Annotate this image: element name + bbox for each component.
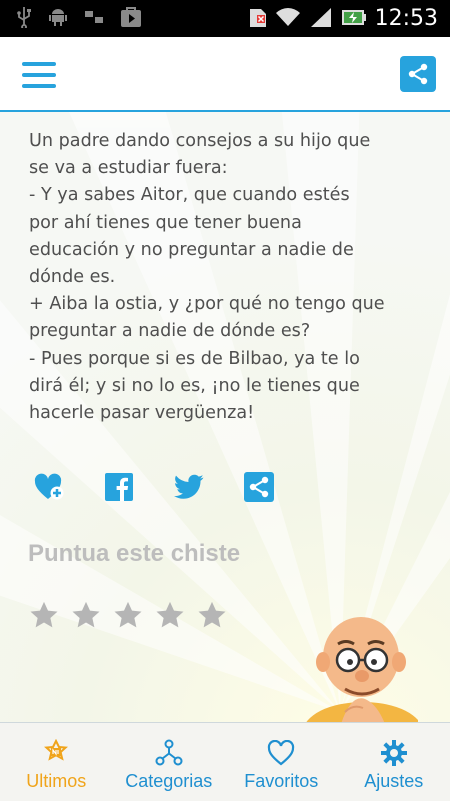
star-1-icon[interactable] <box>29 600 59 630</box>
mascot-illustration <box>303 612 418 724</box>
wifi-icon <box>275 6 301 32</box>
battery-charging-icon <box>341 6 367 32</box>
heart-outline-icon <box>267 740 295 766</box>
favorite-add-button[interactable] <box>34 472 64 502</box>
joke-text: Un padre dando consejos a su hijo que se… <box>29 128 429 427</box>
share-button[interactable] <box>400 56 436 92</box>
nav-favoritos[interactable]: Favoritos <box>225 723 338 801</box>
share-icon <box>406 62 430 86</box>
hamburger-menu-icon[interactable] <box>22 62 56 88</box>
share-icon <box>244 472 274 502</box>
star-rating <box>29 600 239 630</box>
joke-actions <box>34 472 314 502</box>
nav-ajustes[interactable]: Ajustes <box>338 723 450 801</box>
twitter-icon <box>174 474 204 500</box>
app-bar <box>0 37 450 112</box>
nav-categorias[interactable]: Categorias <box>113 723 226 801</box>
signal-icon <box>309 6 333 32</box>
joke-content: Un padre dando consejos a su hijo que se… <box>0 112 450 724</box>
play-store-icon <box>120 6 142 32</box>
status-bar: 12:53 <box>0 0 450 37</box>
nav-label-favoritos: Favoritos <box>244 771 318 792</box>
nav-label-categorias: Categorias <box>125 771 212 792</box>
rating-title: Puntua este chiste <box>28 540 240 568</box>
facebook-icon <box>105 473 133 501</box>
star-2-icon[interactable] <box>71 600 101 630</box>
android-debug-icon <box>48 7 68 31</box>
star-3-icon[interactable] <box>113 600 143 630</box>
star-5-icon[interactable] <box>197 600 227 630</box>
network-nodes-icon <box>155 739 183 767</box>
nav-label-ajustes: Ajustes <box>364 771 423 792</box>
clock: 12:53 <box>375 6 438 31</box>
star-4-icon[interactable] <box>155 600 185 630</box>
bottom-navigation: Ultimos Categorias Favoritos <box>0 722 450 801</box>
nav-label-ultimos: Ultimos <box>26 771 86 792</box>
share-action-button[interactable] <box>244 472 274 502</box>
new-star-badge-icon <box>42 739 70 767</box>
heart-plus-icon <box>34 473 64 501</box>
nav-ultimos[interactable]: Ultimos <box>0 723 113 801</box>
sync-icon <box>84 8 104 30</box>
sim-alert-icon <box>249 6 267 32</box>
facebook-share-button[interactable] <box>104 472 134 502</box>
gear-icon <box>380 739 408 767</box>
usb-icon <box>16 6 32 32</box>
twitter-share-button[interactable] <box>174 472 204 502</box>
